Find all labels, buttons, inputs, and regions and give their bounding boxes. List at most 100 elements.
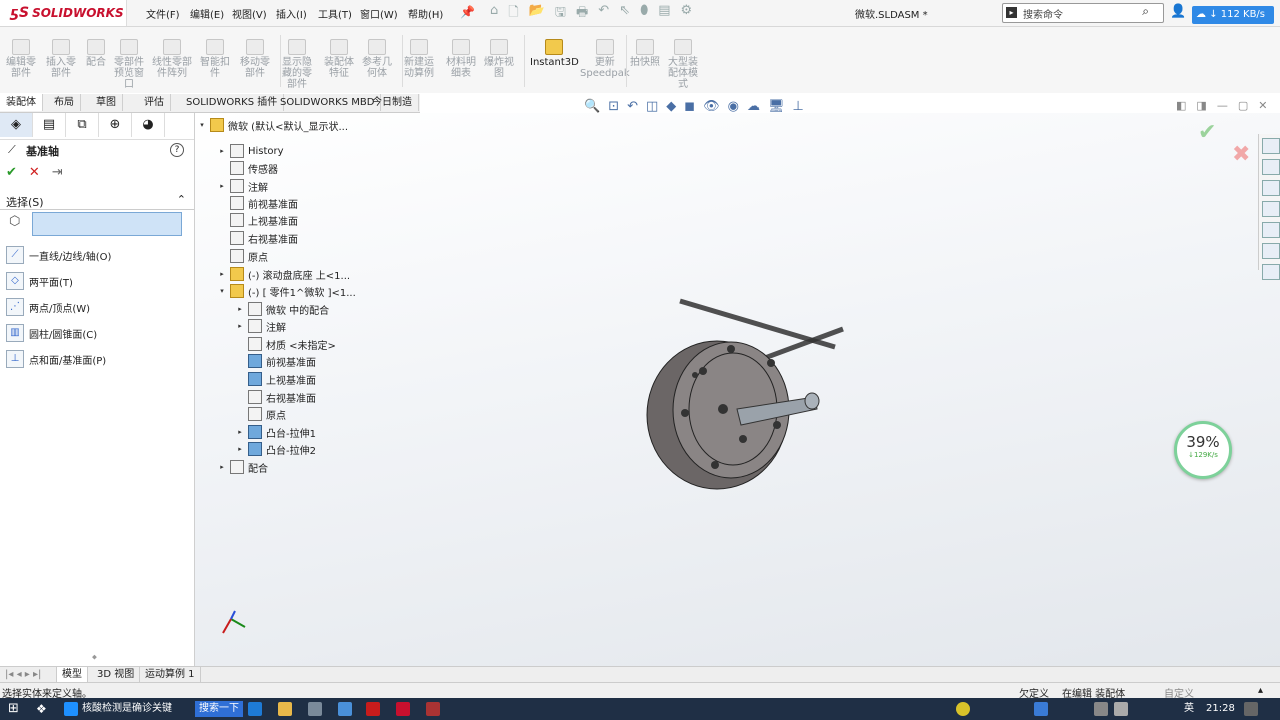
new-icon[interactable]: 🗋 — [508, 3, 518, 25]
splitter-handle[interactable]: ⬥ — [92, 653, 97, 662]
tree-node-top-plane-sub[interactable]: 上视基准面 — [236, 371, 316, 387]
pin-toolbar-icon[interactable]: ⊥ — [792, 99, 803, 114]
cmd-exploded-view-button[interactable]: 爆炸视 图 — [484, 39, 514, 79]
confirm-corner-ok-icon[interactable]: ✔ — [1198, 120, 1216, 145]
cancel-button[interactable]: ✕ — [29, 165, 40, 180]
tree-node-right-plane[interactable]: 右视基准面 — [218, 230, 298, 246]
display-manager-tab-icon[interactable]: ◕ — [132, 113, 165, 137]
rebuild-icon[interactable]: ⬮ — [640, 3, 648, 25]
save-icon[interactable]: 🖫 — [555, 3, 566, 25]
cmd-mate-button[interactable]: 配合 — [86, 39, 106, 68]
option-point-and-face[interactable]: ⊥ 点和面/基准面(P) — [6, 349, 106, 369]
taskbar-search-text[interactable]: 核酸检测是确诊关键 — [82, 701, 172, 717]
tree-node-boss-extrude1[interactable]: ▸ 凸台-拉伸1 — [236, 424, 316, 440]
option-two-planes[interactable]: ◇ 两平面(T) — [6, 271, 73, 291]
edge-icon[interactable] — [248, 702, 262, 716]
design-library-icon[interactable] — [1262, 159, 1280, 175]
expand-arrow-icon[interactable]: ▸ — [236, 322, 244, 330]
tile-icon[interactable]: ◨ — [1196, 99, 1206, 112]
view-settings-icon[interactable]: 🖥 — [768, 99, 785, 114]
cmd-smart-fasteners-button[interactable]: 智能扣 件 — [200, 39, 230, 79]
collapse-icon[interactable]: ⌃ — [177, 193, 186, 206]
dimxpert-tab-icon[interactable]: ⊕ — [99, 113, 132, 137]
tree-node-front-plane[interactable]: 前视基准面 — [218, 195, 298, 211]
expand-arrow-icon[interactable]: ▸ — [218, 463, 226, 471]
configuration-manager-tab-icon[interactable]: ⧉ — [66, 113, 99, 137]
cmd-take-snapshot-button[interactable]: 拍快照 — [630, 39, 660, 68]
windows-start-icon[interactable]: ⊞ — [8, 701, 19, 717]
search-icon[interactable]: ⌕ — [1142, 4, 1149, 19]
tree-node-sensors[interactable]: 传感器 — [218, 160, 278, 176]
tree-node-history[interactable]: ▸ History — [218, 143, 284, 159]
tree-node-boss-extrude2[interactable]: ▸ 凸台-拉伸2 — [236, 441, 316, 457]
help-icon[interactable]: ? — [170, 143, 184, 157]
cmd-show-hidden-button[interactable]: 显示隐 藏的零 部件 — [282, 39, 312, 90]
collapse-arrow-icon[interactable]: ▾ — [198, 121, 206, 129]
select-icon[interactable]: ⇖ — [619, 3, 630, 25]
selection-group-header[interactable]: 选择(S) ⌃ — [0, 193, 194, 210]
zoom-area-icon[interactable]: ⊡ — [608, 99, 619, 114]
option-cylindrical-face[interactable]: ▥ 圆柱/圆锥面(C) — [6, 323, 97, 343]
expand-arrow-icon[interactable]: ▸ — [236, 305, 244, 313]
pushpin-button[interactable]: ⇥ — [52, 165, 63, 180]
restore-icon[interactable]: ◧ — [1176, 99, 1186, 112]
search-commands-input[interactable]: ▸ 搜索命令 ⌕ — [1002, 3, 1164, 23]
taskbar-search-button[interactable]: 搜索一下 — [195, 701, 243, 717]
cmd-insert-components-button[interactable]: 插入零 部件 — [46, 39, 76, 79]
open-icon[interactable]: 📂 — [529, 3, 545, 25]
ie-icon[interactable] — [64, 702, 78, 716]
menu-tools[interactable]: 工具(T) — [318, 6, 352, 21]
clock[interactable]: 21:28 — [1206, 701, 1235, 717]
tree-node-annotations-sub[interactable]: ▸ 注解 — [236, 318, 286, 334]
feature-manager-tab-icon[interactable]: ◈ — [0, 113, 33, 137]
display-style-icon[interactable]: ◼ — [684, 99, 695, 114]
graphics-area[interactable]: ✔ ✖ — [195, 113, 1280, 666]
solidworks-resources-icon[interactable] — [1262, 138, 1280, 154]
maximize-icon[interactable]: ▢ — [1238, 99, 1248, 112]
tree-node-mates[interactable]: ▸ 配合 — [218, 459, 268, 475]
expand-arrow-icon[interactable]: ▸ — [236, 428, 244, 436]
expand-arrow-icon[interactable]: ▸ — [236, 445, 244, 453]
status-arrow-icon[interactable]: ▴ — [1258, 685, 1263, 696]
home-icon[interactable]: ⌂ — [490, 3, 498, 25]
task-view-icon[interactable]: ❖ — [36, 701, 47, 717]
tab-sketch[interactable]: 草图 — [90, 94, 123, 111]
appearances-icon[interactable] — [1262, 222, 1280, 238]
section-view-icon[interactable]: ◫ — [646, 99, 658, 114]
confirm-corner-cancel-icon[interactable]: ✖ — [1232, 142, 1250, 167]
ime-indicator[interactable]: 英 — [1184, 701, 1194, 717]
menu-help[interactable]: 帮助(H) — [408, 6, 443, 21]
option-two-points[interactable]: ⋰ 两点/顶点(W) — [6, 297, 90, 317]
tab-evaluate[interactable]: 评估 — [138, 94, 171, 111]
tree-node-material[interactable]: 材质 <未指定> — [236, 336, 336, 352]
close-icon[interactable]: ✕ — [1258, 99, 1267, 112]
tab-model[interactable]: 模型 — [57, 667, 88, 682]
solidworks-logo[interactable]: ƽS SOLIDWORKS — [10, 4, 124, 22]
tab-scroll-arrows[interactable]: |◂ ◂ ▸ ▸| — [0, 667, 57, 682]
menu-insert[interactable]: 插入(I) — [276, 6, 307, 21]
view-orientation-icon[interactable]: ◆ — [666, 99, 676, 114]
previous-view-icon[interactable]: ↶ — [627, 99, 638, 114]
tab-addins[interactable]: SOLIDWORKS 插件 — [180, 94, 285, 111]
expand-arrow-icon[interactable]: ▾ — [218, 287, 226, 295]
cmd-large-assembly-mode-button[interactable]: 大型装 配体模 式 — [668, 39, 698, 90]
app-icon[interactable] — [426, 702, 440, 716]
print-icon[interactable]: 🖶 — [576, 3, 588, 25]
expand-arrow-icon[interactable]: ▸ — [218, 182, 226, 190]
app-icon[interactable] — [338, 702, 352, 716]
search-mode-icon[interactable]: ▸ — [1006, 7, 1017, 18]
view-palette-icon[interactable] — [1262, 201, 1280, 217]
hide-show-icon[interactable]: 👁 — [703, 99, 720, 114]
appearance-icon[interactable]: ◉ — [728, 99, 739, 114]
network-gauge[interactable]: 39% ↓129K/s — [1174, 421, 1232, 479]
tab-today[interactable]: 今日制造 — [366, 94, 419, 111]
network-icon[interactable] — [1094, 702, 1108, 716]
tray-icon[interactable] — [1034, 702, 1048, 716]
property-manager-tab-icon[interactable]: ▤ — [33, 113, 66, 137]
menu-view[interactable]: 视图(V) — [232, 6, 267, 21]
cmd-move-component-button[interactable]: 移动零 部件 — [240, 39, 270, 79]
selection-box[interactable] — [32, 212, 182, 236]
cmd-instant3d-button[interactable]: Instant3D — [530, 39, 579, 68]
tree-root[interactable]: ▾ 微软 (默认<默认_显示状... — [198, 117, 348, 133]
tree-node-top-plane[interactable]: 上视基准面 — [218, 212, 298, 228]
